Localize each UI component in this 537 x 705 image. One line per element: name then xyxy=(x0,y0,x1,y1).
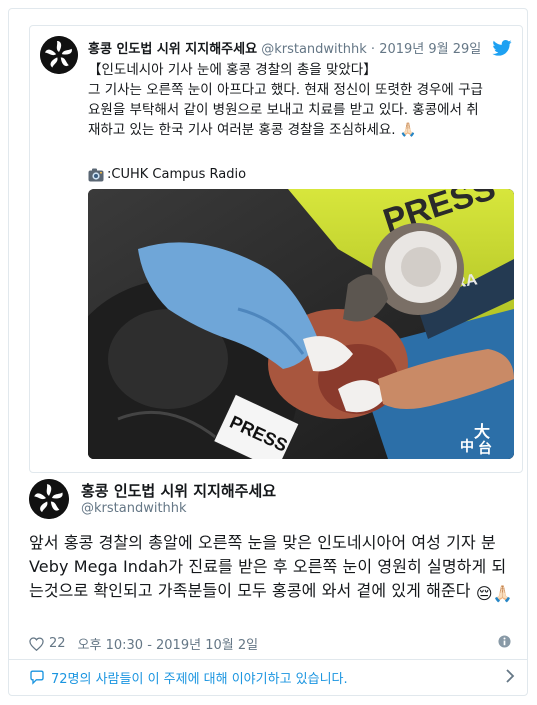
conversation-link[interactable]: 72명의 사람들이 이 주제에 대해 이야기하고 있습니다. xyxy=(29,668,515,687)
twitter-bird-icon[interactable] xyxy=(492,40,512,56)
watermark-char-3: 台 xyxy=(478,440,492,457)
heart-icon[interactable] xyxy=(29,636,44,651)
like-count[interactable]: 22 xyxy=(49,636,66,651)
quoted-header: 홍콩 인도법 시위 지지해주세요 @krstandwithhk · 2019년 … xyxy=(88,38,481,57)
quoted-line: 【인도네시아 기사 눈에 홍콩 경찰의 총을 맞았다】 xyxy=(88,62,377,78)
quoted-line: 재하고 있는 한국 기사 여러분 홍콩 경찰을 조심하세요. 🙏🏻 xyxy=(88,122,417,138)
conversation-label[interactable]: 72명의 사람들이 이 주제에 대해 이야기하고 있습니다. xyxy=(51,668,348,687)
speech-bubble-icon xyxy=(30,670,44,685)
quoted-handle[interactable]: @krstandwithhk xyxy=(261,42,367,57)
author-avatar[interactable] xyxy=(29,479,69,519)
tweet-card: 홍콩 인도법 시위 지지해주세요 @krstandwithhk · 2019년 … xyxy=(8,8,528,696)
author-display-name[interactable]: 홍콩 인도법 시위 지지해주세요 xyxy=(81,480,276,501)
quoted-tweet[interactable]: 홍콩 인도법 시위 지지해주세요 @krstandwithhk · 2019년 … xyxy=(29,25,523,473)
quoted-line: 그 기사는 오른쪽 눈이 아프다고 했다. 현재 정신이 또렷한 경우에 구급 xyxy=(88,82,483,98)
quoted-source: :CUHK Campus Radio xyxy=(88,167,246,182)
quoted-text: 【인도네시아 기사 눈에 홍콩 경찰의 총을 맞았다】 그 기사는 오른쪽 눈이… xyxy=(88,60,514,140)
quoted-display-name[interactable]: 홍콩 인도법 시위 지지해주세요 xyxy=(88,42,257,57)
quoted-line: 요원을 부탁해서 같이 병원으로 보내고 치료를 받고 있다. 홍콩에서 취 xyxy=(88,102,479,118)
camera-icon xyxy=(88,168,104,181)
source-label: :CUHK Campus Radio xyxy=(107,167,247,182)
tweet-body: 앞서 홍콩 경찰의 총알에 오른쪽 눈을 맞은 인도네시아어 여성 기자 분 V… xyxy=(29,533,507,600)
tweet-meta: 22 오후 10:30 - 2019년 10월 2일 xyxy=(29,634,519,653)
watermark-char-1: 大 xyxy=(474,422,490,441)
footer-divider xyxy=(9,659,527,660)
quoted-avatar[interactable] xyxy=(40,36,78,74)
info-icon[interactable] xyxy=(498,635,511,648)
tweet-emoji: 😔🙏🏻 xyxy=(475,584,513,603)
author-handle[interactable]: @krstandwithhk xyxy=(81,501,187,516)
watermark-char-2: 中 xyxy=(460,438,474,455)
chevron-right-icon[interactable] xyxy=(505,669,515,683)
tweet-text: 앞서 홍콩 경찰의 총알에 오른쪽 눈을 맞은 인도네시아어 여성 기자 분 V… xyxy=(29,531,513,606)
quoted-separator: · xyxy=(370,42,376,57)
quoted-date[interactable]: 2019년 9월 29일 xyxy=(379,42,481,57)
press-photo-image: PRESS SUARA xyxy=(88,189,514,459)
quoted-photo[interactable]: PRESS SUARA xyxy=(88,189,514,459)
tweet-timestamp[interactable]: 오후 10:30 - 2019년 10월 2일 xyxy=(78,634,259,653)
